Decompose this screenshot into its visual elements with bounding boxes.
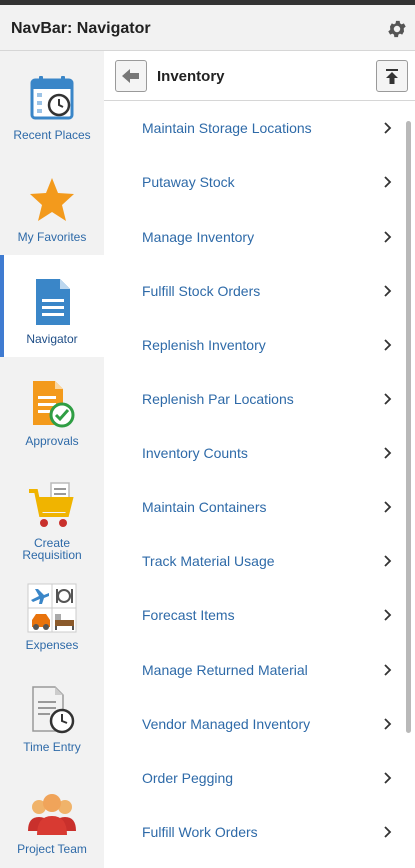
scroll-to-top-button[interactable] (376, 60, 408, 92)
navbar-title: NavBar: Navigator (11, 20, 151, 37)
menu-item-order-pegging[interactable]: Order Pegging (104, 751, 404, 805)
chevron-right-icon (384, 339, 392, 351)
sidebar-item-label: My Favorites (17, 230, 87, 244)
menu-item-fulfill-stock-orders[interactable]: Fulfill Stock Orders (104, 264, 404, 318)
navigator-menu: Maintain Storage Locations Putaway Stock… (104, 101, 404, 868)
sidebar-item-expenses[interactable]: Expenses (0, 561, 104, 663)
sidebar-item-create-requisition[interactable]: Create Requisition (0, 459, 104, 561)
chevron-right-icon (384, 664, 392, 676)
sidebar-item-label: Create Requisition (0, 537, 104, 561)
sidebar-item-label: Expenses (25, 638, 79, 652)
sidebar-item-label: Recent Places (13, 128, 91, 142)
arrow-to-top-icon (386, 69, 398, 84)
menu-item-label: Fulfill Work Orders (142, 824, 258, 840)
sidebar-item-label: Time Entry (23, 740, 81, 754)
sidebar-item-label: Approvals (25, 434, 79, 448)
chevron-right-icon (384, 718, 392, 730)
menu-item-label: Maintain Storage Locations (142, 120, 312, 136)
menu-item-label: Vendor Managed Inventory (142, 716, 311, 732)
sidebar: Recent Places My Favorites Navigator App… (0, 51, 104, 868)
sidebar-item-label: Navigator (26, 332, 78, 346)
navigator-panel: Inventory Maintain Storage Locations Put… (104, 51, 415, 868)
arrow-left-icon (122, 69, 139, 83)
sidebar-item-project-team[interactable]: Project Team (0, 765, 104, 867)
sidebar-item-time-entry[interactable]: Time Entry (0, 663, 104, 765)
team-icon (28, 794, 76, 835)
chevron-right-icon (384, 826, 392, 838)
menu-item-inventory-counts[interactable]: Inventory Counts (104, 426, 404, 480)
chevron-right-icon (384, 122, 392, 134)
menu-item-label: Manage Inventory (142, 229, 255, 245)
menu-item-label: Inventory Counts (142, 445, 248, 461)
panel-header: Inventory (104, 51, 415, 101)
menu-item-label: Replenish Inventory (142, 337, 266, 353)
menu-item-replenish-inventory[interactable]: Replenish Inventory (104, 318, 404, 372)
menu-item-label: Maintain Containers (142, 499, 267, 515)
document-icon (36, 279, 70, 325)
menu-item-forecast-items[interactable]: Forecast Items (104, 588, 404, 642)
chevron-right-icon (384, 555, 392, 567)
chevron-right-icon (384, 447, 392, 459)
menu-item-label: Track Material Usage (142, 553, 275, 569)
star-icon (30, 178, 74, 221)
menu-item-manage-returned-material[interactable]: Manage Returned Material (104, 643, 404, 697)
timesheet-clock-icon (32, 686, 75, 734)
menu-item-manage-inventory[interactable]: Manage Inventory (104, 210, 404, 264)
chevron-right-icon (384, 285, 392, 297)
sidebar-item-label-text: Create Requisition (22, 536, 82, 562)
vertical-scrollbar[interactable] (406, 121, 411, 733)
chevron-right-icon (384, 772, 392, 784)
chevron-right-icon (384, 609, 392, 621)
sidebar-item-label: Project Team (17, 842, 87, 856)
chevron-right-icon (384, 176, 392, 188)
chevron-right-icon (384, 501, 392, 513)
sidebar-item-approvals[interactable]: Approvals (0, 357, 104, 459)
back-button[interactable] (115, 60, 147, 92)
gear-icon[interactable] (386, 18, 408, 40)
menu-item-label: Fulfill Stock Orders (142, 283, 261, 299)
panel-title: Inventory (157, 68, 225, 85)
menu-item-maintain-storage-locations[interactable]: Maintain Storage Locations (104, 101, 404, 155)
shopping-cart-icon (29, 482, 74, 527)
chevron-right-icon (384, 393, 392, 405)
menu-item-label: Putaway Stock (142, 174, 235, 190)
menu-item-track-material-usage[interactable]: Track Material Usage (104, 534, 404, 588)
calendar-clock-icon (30, 76, 74, 120)
expenses-icon (27, 583, 77, 633)
menu-item-putaway-stock[interactable]: Putaway Stock (104, 155, 404, 209)
menu-item-replenish-par-locations[interactable]: Replenish Par Locations (104, 372, 404, 426)
sidebar-item-my-favorites[interactable]: My Favorites (0, 153, 104, 255)
approval-document-icon (33, 381, 75, 428)
menu-item-fulfill-work-orders[interactable]: Fulfill Work Orders (104, 805, 404, 859)
menu-item-label: Forecast Items (142, 607, 235, 623)
menu-item-maintain-containers[interactable]: Maintain Containers (104, 480, 404, 534)
menu-item-vendor-managed-inventory[interactable]: Vendor Managed Inventory (104, 697, 404, 751)
menu-item-label: Replenish Par Locations (142, 391, 294, 407)
sidebar-item-navigator[interactable]: Navigator (0, 255, 104, 357)
sidebar-item-recent-places[interactable]: Recent Places (0, 51, 104, 153)
menu-item-label: Manage Returned Material (142, 662, 308, 678)
chevron-right-icon (384, 231, 392, 243)
menu-item-label: Order Pegging (142, 770, 234, 786)
navbar-header: NavBar: Navigator (0, 5, 415, 51)
